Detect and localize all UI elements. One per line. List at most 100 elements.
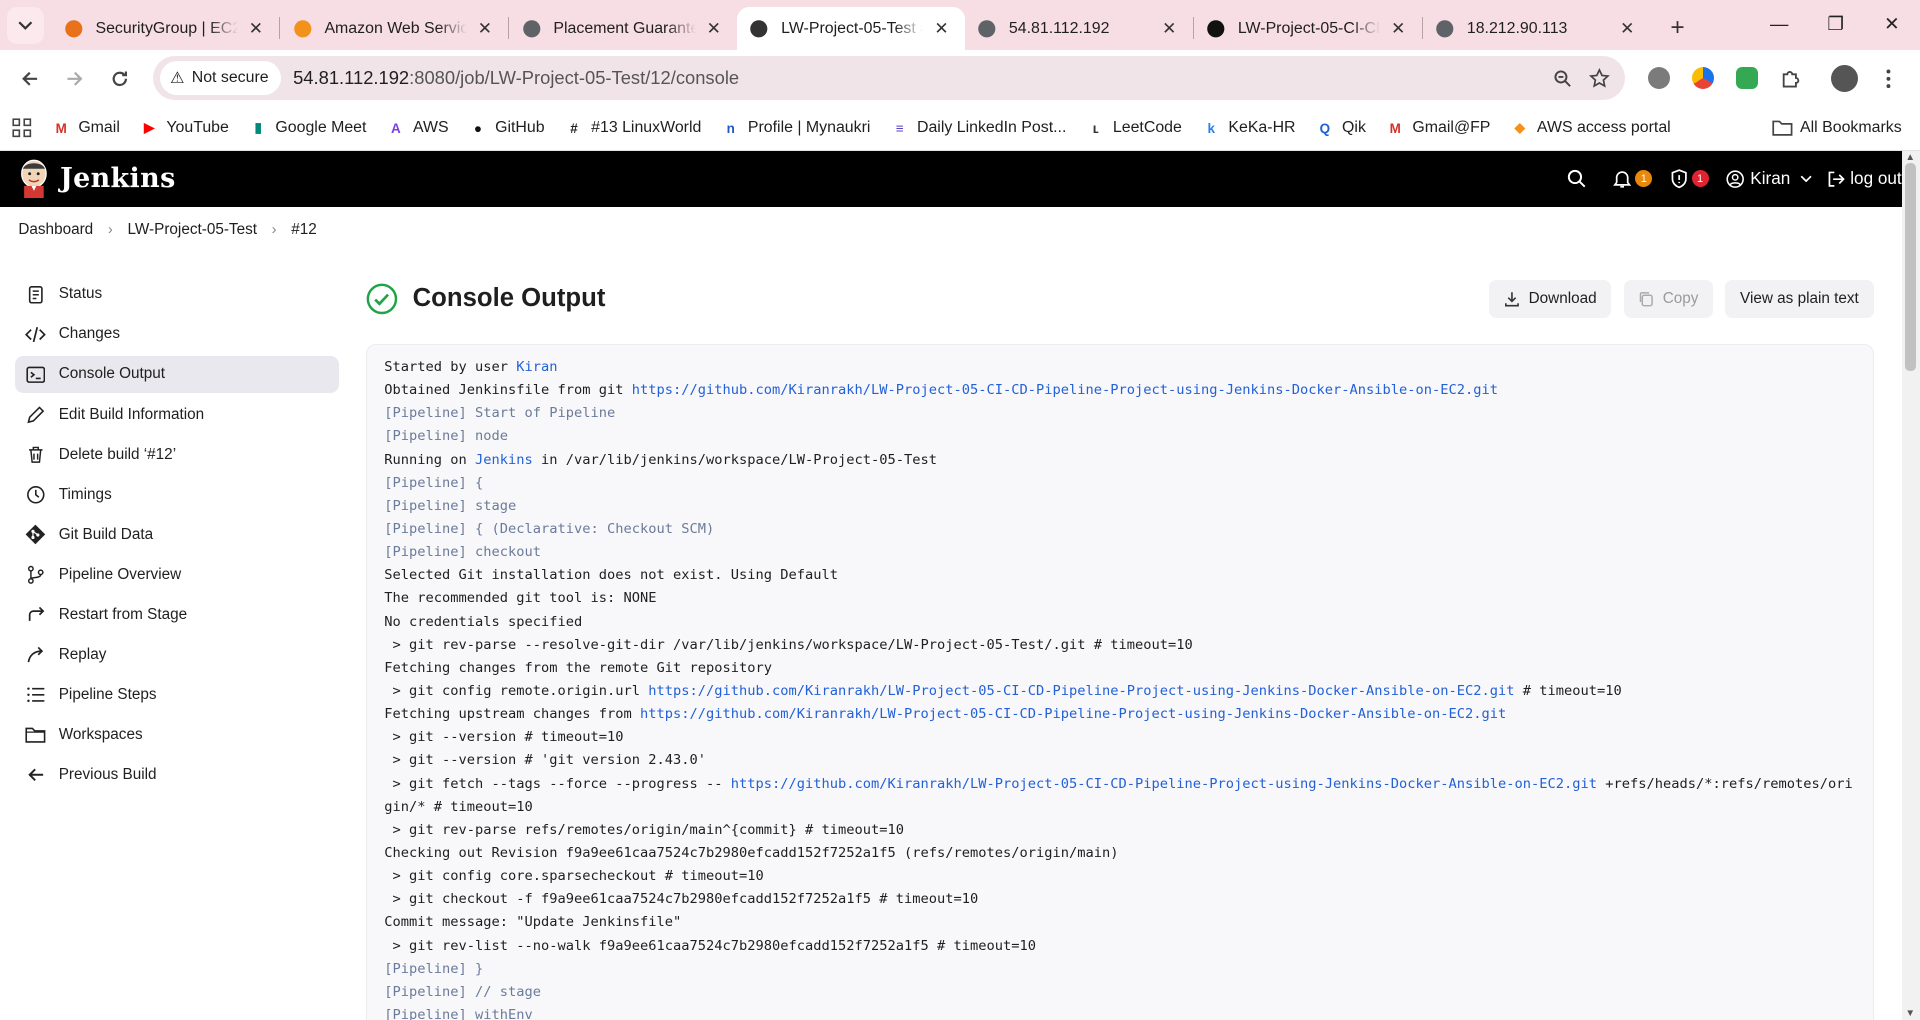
- console-link[interactable]: Kiran: [516, 359, 557, 375]
- sidebar-item-code[interactable]: Changes: [15, 315, 339, 353]
- bookmark-item[interactable]: M Gmail: [51, 118, 120, 138]
- download-button[interactable]: Download: [1489, 279, 1612, 318]
- address-bar[interactable]: ⚠ Not secure 54.81.112.192:8080/job/LW-P…: [152, 56, 1625, 101]
- sidebar-item-label: Changes: [58, 325, 120, 343]
- bookmark-label: KeKa-HR: [1228, 119, 1296, 137]
- copy-button[interactable]: Copy: [1623, 279, 1714, 318]
- close-icon[interactable]: ✕: [1616, 18, 1638, 40]
- scroll-up-icon: ▲: [1905, 151, 1916, 163]
- close-icon[interactable]: ✕: [703, 18, 725, 40]
- close-icon[interactable]: ✕: [245, 18, 267, 40]
- sidebar-item-clock[interactable]: Timings: [15, 476, 339, 514]
- restore-button[interactable]: ❐: [1807, 0, 1863, 49]
- bookmark-item[interactable]: n Profile | Mynaukri: [721, 118, 871, 138]
- status-icon: [24, 283, 46, 305]
- bookmark-item[interactable]: k KeKa-HR: [1201, 118, 1295, 138]
- chevron-down-icon: [18, 21, 33, 30]
- sidebar-item-steps[interactable]: Pipeline Steps: [15, 676, 339, 714]
- close-icon[interactable]: ✕: [474, 18, 496, 40]
- bookmark-label: Gmail@FP: [1412, 119, 1491, 137]
- new-tab-button[interactable]: +: [1660, 11, 1694, 45]
- browser-tab[interactable]: Amazon Web Services ✕: [280, 7, 508, 50]
- scrollbar-thumb[interactable]: [1905, 162, 1917, 371]
- gmail-icon: M: [55, 120, 67, 136]
- pipeline-marker: [Pipeline] withEnv: [384, 1006, 533, 1020]
- security-button[interactable]: 1: [1670, 169, 1709, 189]
- pipeline-marker: [Pipeline] node: [384, 428, 508, 445]
- view-plain-text-button[interactable]: View as plain text: [1725, 279, 1874, 318]
- console-link[interactable]: https://github.com/Kiranrakh/LW-Project-…: [632, 382, 1498, 398]
- logout-button[interactable]: log out: [1827, 168, 1902, 189]
- forward-button[interactable]: [55, 59, 94, 98]
- sidebar-item-restart[interactable]: Restart from Stage: [15, 596, 339, 634]
- bookmark-item[interactable]: # #13 LinuxWorld: [564, 118, 701, 138]
- tab-search-button[interactable]: [7, 7, 45, 45]
- close-icon[interactable]: ✕: [1158, 18, 1180, 40]
- sidebar-item-pipeline[interactable]: Pipeline Overview: [15, 556, 339, 594]
- console-link[interactable]: https://github.com/Kiranrakh/LW-Project-…: [731, 776, 1597, 792]
- browser-tab[interactable]: Placement Guaranteed ✕: [509, 7, 737, 50]
- apps-button[interactable]: [12, 118, 32, 138]
- sidebar: Status Changes Console Output Edit Build In…: [14, 253, 340, 1020]
- sidebar-item-label: Console Output: [58, 365, 166, 383]
- sidebar-item-status[interactable]: Status: [15, 275, 339, 313]
- jenkins-home-link[interactable]: Jenkins: [18, 159, 175, 199]
- trash-icon: [24, 444, 46, 466]
- notifications-button[interactable]: 1: [1613, 169, 1653, 189]
- bookmark-item[interactable]: A AWS: [386, 118, 449, 138]
- close-icon[interactable]: ✕: [931, 18, 953, 40]
- bookmark-item[interactable]: ʟ LeetCode: [1086, 118, 1182, 138]
- zoom-button[interactable]: [1544, 60, 1581, 97]
- user-menu-button[interactable]: Kiran: [1726, 168, 1812, 189]
- reload-button[interactable]: [100, 59, 139, 98]
- tab-title: LW-Project-05-Test #: [781, 19, 924, 37]
- breadcrumb-build[interactable]: #12: [291, 221, 317, 239]
- console-link[interactable]: https://github.com/Kiranrakh/LW-Project-…: [648, 683, 1514, 699]
- chrome-menu-button[interactable]: [1870, 60, 1907, 97]
- all-bookmarks-button[interactable]: All Bookmarks: [1772, 119, 1902, 137]
- bookmark-item[interactable]: ◆ AWS access portal: [1510, 118, 1671, 138]
- bookmark-label: Google Meet: [275, 119, 367, 137]
- console-text: > git fetch --tags --force --progress --: [384, 775, 731, 792]
- profile-avatar-button[interactable]: [1826, 60, 1863, 97]
- sidebar-item-arrow-left[interactable]: Previous Build: [15, 756, 339, 794]
- browser-tab[interactable]: 54.81.112.192 ✕: [965, 7, 1193, 50]
- bookmark-star-button[interactable]: [1581, 60, 1618, 97]
- sidebar-item-replay[interactable]: Replay: [15, 636, 339, 674]
- sidebar-item-trash[interactable]: Delete build ‘#12’: [15, 436, 339, 474]
- url-text[interactable]: 54.81.112.192:8080/job/LW-Project-05-Tes…: [293, 67, 1544, 89]
- extension-1-button[interactable]: [1641, 60, 1678, 97]
- bookmark-item[interactable]: ● GitHub: [468, 118, 545, 138]
- console-link[interactable]: Jenkins: [475, 452, 533, 468]
- sidebar-item-folder[interactable]: Workspaces: [15, 716, 339, 754]
- browser-tab[interactable]: 18.212.90.113 ✕: [1423, 7, 1651, 50]
- bookmark-item[interactable]: Q Qik: [1315, 118, 1366, 138]
- window-controls: — ❐ ✕: [1751, 0, 1920, 49]
- bookmark-item[interactable]: ≡ Daily LinkedIn Post...: [890, 118, 1066, 138]
- bookmark-item[interactable]: ▶ YouTube: [139, 118, 229, 138]
- bookmark-label: AWS: [412, 119, 449, 137]
- close-window-button[interactable]: ✕: [1864, 0, 1920, 49]
- bookmark-label: #13 LinuxWorld: [591, 119, 702, 137]
- console-link[interactable]: https://github.com/Kiranrakh/LW-Project-…: [640, 706, 1506, 722]
- breadcrumb-job[interactable]: LW-Project-05-Test: [127, 221, 257, 239]
- sidebar-item-edit[interactable]: Edit Build Information: [15, 396, 339, 434]
- search-button[interactable]: [1567, 169, 1587, 189]
- zoom-icon: [1554, 70, 1571, 87]
- extensions-menu-button[interactable]: [1773, 60, 1810, 97]
- bookmark-item[interactable]: M Gmail@FP: [1385, 118, 1491, 138]
- close-icon[interactable]: ✕: [1387, 18, 1409, 40]
- browser-tab[interactable]: SecurityGroup | EC2 | ✕: [51, 7, 279, 50]
- sidebar-item-terminal[interactable]: Console Output: [14, 355, 340, 394]
- extension-3-button[interactable]: [1729, 60, 1766, 97]
- browser-tab[interactable]: LW-Project-05-Test # ✕: [737, 7, 965, 51]
- minimize-button[interactable]: —: [1751, 0, 1807, 49]
- bookmark-item[interactable]: ▮ Google Meet: [248, 118, 367, 138]
- security-chip[interactable]: ⚠ Not secure: [160, 61, 281, 96]
- breadcrumb-dashboard[interactable]: Dashboard: [18, 221, 93, 239]
- page-scrollbar[interactable]: ▲ ▼: [1901, 150, 1920, 1020]
- browser-tab[interactable]: LW-Project-05-CI-CD ✕: [1194, 7, 1422, 50]
- extension-2-button[interactable]: [1685, 60, 1722, 97]
- back-button[interactable]: [10, 59, 49, 98]
- sidebar-item-git[interactable]: Git Build Data: [15, 516, 339, 554]
